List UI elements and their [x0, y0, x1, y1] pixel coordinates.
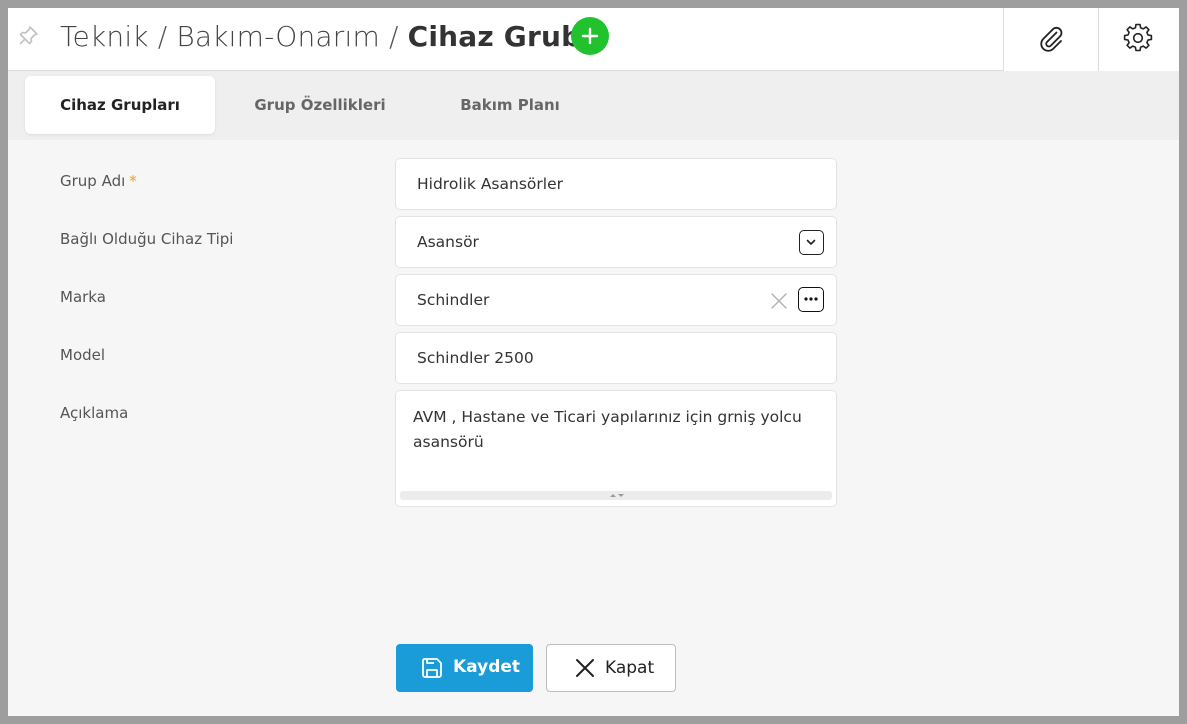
tab-cihaz-gruplari[interactable]: Cihaz Grupları: [25, 76, 215, 134]
floppy-disk-icon: [422, 658, 442, 678]
model-label: Model: [60, 346, 106, 364]
tab-grup-ozellikleri[interactable]: Grup Özellikleri: [225, 76, 415, 134]
close-button-label: Kapat: [605, 658, 655, 678]
save-button[interactable]: Kaydet: [396, 644, 533, 692]
breadcrumb-separator: /: [157, 19, 168, 53]
device-type-label: Bağlı Olduğu Cihaz Tipi: [60, 230, 234, 248]
pin-icon[interactable]: [18, 24, 40, 46]
description-textarea[interactable]: AVM , Hastane ve Ticari yapılarınız için…: [395, 390, 837, 507]
brand-value: Schindler: [417, 291, 490, 309]
breadcrumb-item-teknik[interactable]: Teknik: [60, 20, 149, 53]
plus-icon: [581, 27, 599, 45]
tab-bar: Cihaz Grupları Grup Özellikleri Bakım Pl…: [8, 71, 1179, 140]
paperclip-icon: [1040, 26, 1063, 52]
device-type-select[interactable]: Asansör: [395, 216, 837, 268]
more-icon: [804, 297, 818, 301]
group-name-label: Grup Adı *: [60, 172, 137, 190]
required-mark: *: [129, 172, 137, 190]
settings-button[interactable]: [1098, 8, 1179, 71]
brand-label: Marka: [60, 288, 106, 306]
save-button-label: Kaydet: [453, 657, 521, 677]
brand-lookup[interactable]: Schindler: [395, 274, 837, 326]
dialog-window: Teknik / Bakım-Onarım / Cihaz Grubu Ciha…: [0, 0, 1187, 724]
attach-button[interactable]: [1003, 8, 1098, 71]
description-value: AVM , Hastane ve Ticari yapılarınız için…: [413, 408, 802, 451]
tab-bakim-plani[interactable]: Bakım Planı: [415, 76, 605, 134]
clear-icon[interactable]: [770, 292, 788, 310]
model-value: Schindler 2500: [417, 349, 534, 367]
group-name-value: Hidrolik Asansörler: [417, 175, 563, 193]
device-type-value: Asansör: [417, 233, 479, 251]
close-button[interactable]: Kapat: [546, 644, 676, 692]
brand-browse-button[interactable]: [798, 287, 824, 312]
group-name-label-text: Grup Adı: [60, 172, 126, 190]
gear-icon: [1123, 23, 1153, 52]
breadcrumb-separator: /: [388, 19, 399, 53]
resize-icon: [610, 494, 624, 497]
header-bar: Teknik / Bakım-Onarım / Cihaz Grubu: [8, 8, 1179, 71]
add-button[interactable]: [571, 17, 609, 55]
description-label: Açıklama: [60, 404, 129, 422]
model-input[interactable]: Schindler 2500: [395, 332, 837, 384]
group-name-input[interactable]: Hidrolik Asansörler: [395, 158, 837, 210]
device-type-dropdown-button[interactable]: [799, 230, 824, 255]
resize-handle[interactable]: [400, 491, 832, 500]
breadcrumb: Teknik / Bakım-Onarım / Cihaz Grubu: [60, 18, 602, 54]
breadcrumb-item-bakim-onarim[interactable]: Bakım-Onarım: [176, 20, 380, 53]
close-icon: [576, 659, 594, 677]
chevron-down-icon: [806, 239, 816, 245]
